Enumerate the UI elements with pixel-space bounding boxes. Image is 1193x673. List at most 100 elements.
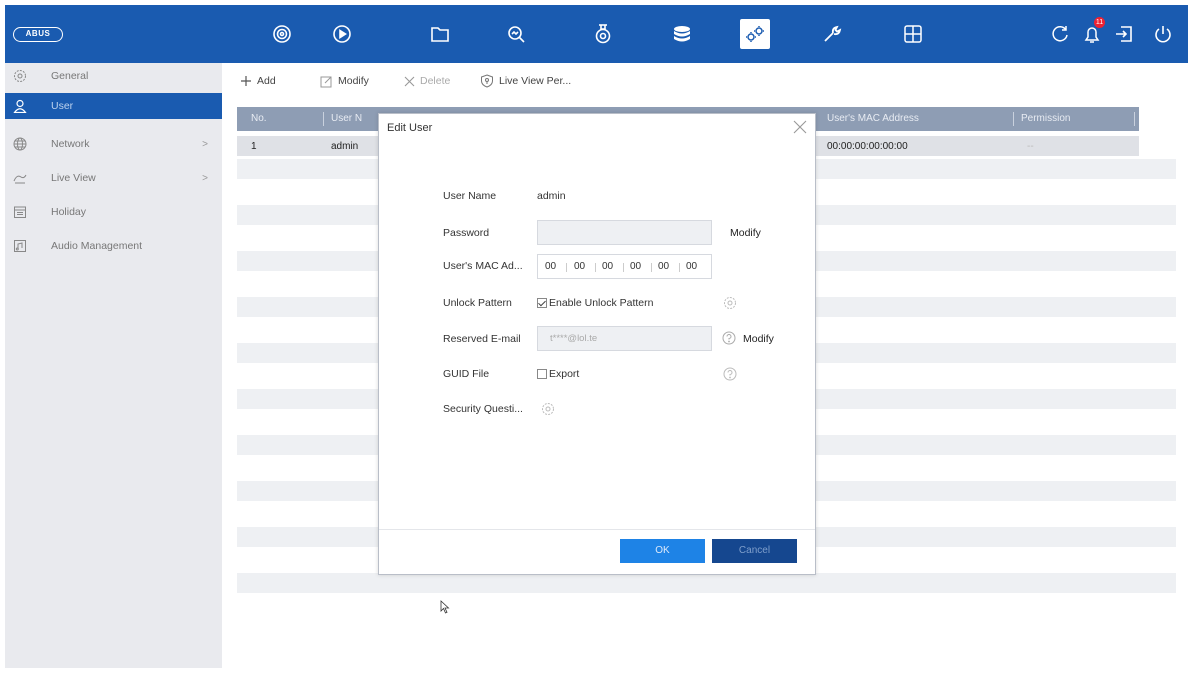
- user-name-label: User Name: [443, 190, 497, 202]
- mac-segment[interactable]: 00: [545, 261, 556, 272]
- column-divider: [1013, 112, 1014, 126]
- email-modify-link[interactable]: Modify: [743, 333, 774, 345]
- add-button[interactable]: Add: [240, 72, 276, 90]
- abus-logo: ABUS: [13, 27, 63, 42]
- guid-file-label: GUID File: [443, 368, 490, 380]
- storage-icon[interactable]: [667, 19, 697, 49]
- sidebar-item-label: Live View: [51, 172, 96, 184]
- checkbox-label: Enable Unlock Pattern: [549, 297, 654, 309]
- sidebar-item-label: Network: [51, 138, 90, 150]
- cell-mac: 00:00:00:00:00:00: [827, 141, 908, 152]
- mac-address-label: User's MAC Ad...: [443, 260, 523, 272]
- column-header-mac: User's MAC Address: [827, 113, 919, 124]
- delete-button-label: Delete: [420, 75, 451, 87]
- close-icon[interactable]: [793, 120, 807, 134]
- mac-separator: [679, 263, 680, 272]
- security-question-label: Security Questi...: [443, 403, 523, 415]
- shield-icon: [480, 74, 494, 88]
- help-icon[interactable]: [723, 367, 737, 381]
- column-header-permission: Permission: [1021, 113, 1071, 124]
- mac-segment[interactable]: 00: [630, 261, 641, 272]
- file-icon[interactable]: [425, 19, 455, 49]
- modify-button[interactable]: Modify: [320, 72, 369, 90]
- mac-segment[interactable]: 00: [574, 261, 585, 272]
- reserved-email-label: Reserved E-mail: [443, 333, 521, 345]
- modify-button-label: Modify: [338, 75, 369, 87]
- help-icon[interactable]: [722, 331, 736, 345]
- edit-user-dialog: Edit User User Name admin Password Modif…: [378, 113, 816, 575]
- password-modify-link[interactable]: Modify: [730, 227, 761, 239]
- dialog-divider: [379, 529, 815, 530]
- checkbox-unchecked-icon: [537, 369, 547, 379]
- user-icon: [5, 99, 35, 113]
- sidebar-item-network[interactable]: Network >: [5, 131, 222, 157]
- live-view-icon[interactable]: [267, 19, 297, 49]
- ok-button[interactable]: OK: [620, 539, 705, 563]
- column-divider: [323, 112, 324, 126]
- mac-segment[interactable]: 00: [658, 261, 669, 272]
- mac-segment[interactable]: 00: [602, 261, 613, 272]
- gear-icon[interactable]: [723, 296, 737, 310]
- chevron-right-icon: >: [202, 172, 208, 184]
- live-view-icon: [5, 171, 35, 185]
- checkbox-label: Export: [549, 368, 580, 380]
- search-icon[interactable]: [501, 19, 531, 49]
- close-icon: [404, 76, 415, 87]
- sidebar-item-general[interactable]: General: [5, 63, 222, 89]
- enable-unlock-pattern-checkbox[interactable]: Enable Unlock Pattern: [537, 297, 653, 309]
- plus-icon: [240, 75, 252, 87]
- power-icon[interactable]: [1148, 19, 1178, 49]
- alarm-count-badge: 11: [1094, 17, 1105, 28]
- calendar-icon: [5, 205, 35, 219]
- globe-icon: [5, 137, 35, 151]
- gear-icon[interactable]: [541, 402, 555, 416]
- sidebar-item-holiday[interactable]: Holiday: [5, 199, 222, 225]
- top-navigation-bar: ABUS 11: [5, 5, 1188, 63]
- sidebar-item-label: General: [51, 70, 89, 82]
- maintenance-icon[interactable]: [817, 19, 847, 49]
- mouse-cursor-icon: [440, 600, 450, 614]
- mac-address-input[interactable]: 00 00 00 00 00 00: [537, 254, 712, 279]
- reserved-email-field[interactable]: t****@lol.te: [537, 326, 712, 351]
- chevron-right-icon: >: [202, 138, 208, 150]
- mac-separator: [566, 263, 567, 272]
- sidebar-item-audio-management[interactable]: Audio Management: [5, 233, 222, 259]
- table-row-empty: [237, 573, 1176, 593]
- mac-segment[interactable]: 00: [686, 261, 697, 272]
- checkbox-checked-icon: [537, 298, 547, 308]
- mac-separator: [595, 263, 596, 272]
- alarm-icon[interactable]: 11: [1077, 17, 1107, 49]
- cell-user-name: admin: [331, 141, 359, 152]
- cancel-button[interactable]: Cancel: [712, 539, 797, 563]
- sidebar: General User Network > Live View > Holid…: [5, 63, 222, 668]
- cell-permission: --: [1027, 141, 1034, 152]
- sidebar-item-user[interactable]: User: [5, 93, 222, 119]
- gear-icon: [5, 69, 35, 83]
- refresh-icon[interactable]: [1045, 19, 1075, 49]
- add-button-label: Add: [257, 75, 276, 87]
- mac-separator: [623, 263, 624, 272]
- live-view-permission-button[interactable]: Live View Per...: [480, 72, 571, 90]
- column-divider: [1134, 112, 1135, 126]
- unlock-pattern-label: Unlock Pattern: [443, 297, 512, 309]
- edit-icon: [320, 75, 333, 88]
- column-header-user-name: User N: [331, 113, 363, 124]
- mac-separator: [651, 263, 652, 272]
- sidebar-item-label: Holiday: [51, 206, 87, 218]
- export-guid-checkbox[interactable]: Export: [537, 368, 579, 380]
- sidebar-item-label: User: [51, 100, 74, 112]
- logout-icon[interactable]: [1109, 19, 1139, 49]
- password-label: Password: [443, 227, 490, 239]
- column-header-no: No.: [251, 113, 267, 124]
- playback-icon[interactable]: [327, 19, 357, 49]
- camera-icon[interactable]: [588, 19, 618, 49]
- cell-no: 1: [251, 141, 257, 152]
- configuration-icon[interactable]: [740, 19, 770, 49]
- user-name-value: admin: [537, 190, 566, 202]
- sidebar-item-label: Audio Management: [51, 240, 143, 252]
- password-field[interactable]: [537, 220, 712, 245]
- delete-button[interactable]: Delete: [404, 72, 450, 90]
- live-view-permission-label: Live View Per...: [499, 75, 572, 87]
- sidebar-item-live-view[interactable]: Live View >: [5, 165, 222, 191]
- grid-icon[interactable]: [898, 19, 928, 49]
